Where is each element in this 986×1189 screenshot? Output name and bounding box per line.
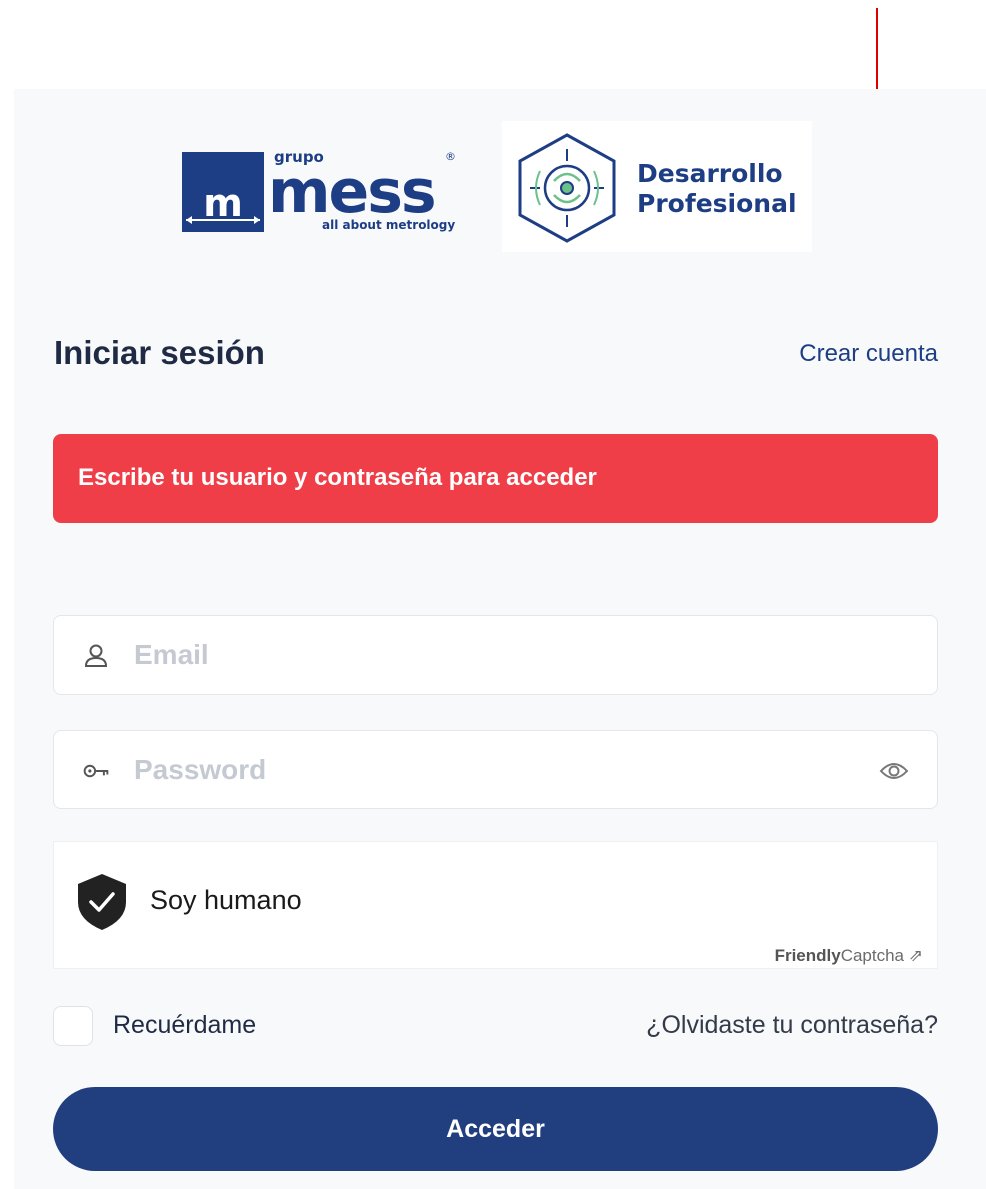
email-field-container [53,615,938,695]
brain-hexagon-icon [518,133,616,243]
user-icon [84,644,108,667]
grupo-mess-logo: m grupo mess all about metrology ® [182,146,460,234]
submit-button[interactable]: Acceder [53,1087,938,1171]
remember-label[interactable]: Recuérdame [113,1011,256,1040]
page-title: Iniciar sesión [54,334,265,371]
shield-check-icon [78,874,126,930]
svg-text:®: ® [445,150,456,163]
error-alert: Escribe tu usuario y contraseña para acc… [53,434,938,523]
svg-text:all about metrology: all about metrology [322,218,455,232]
eye-icon[interactable] [879,756,909,786]
desarrollo-profesional-logo: Desarrollo Profesional [502,121,812,252]
key-icon [83,764,109,778]
remember-checkbox[interactable] [53,1006,93,1046]
external-link-icon: ⇗ [908,946,923,965]
friendly-captcha-widget[interactable]: Soy humano FriendlyCaptcha ⇗ [53,841,938,969]
password-input[interactable] [134,731,854,808]
alert-message: Escribe tu usuario y contraseña para acc… [78,464,597,491]
desarrollo-profesional-text: Desarrollo Profesional [637,159,797,218]
password-field-container [53,730,938,809]
captcha-label: Soy humano [150,885,302,915]
svg-text:mess: mess [268,157,435,227]
create-account-link[interactable]: Crear cuenta [799,340,938,368]
email-input[interactable] [134,616,854,694]
svg-text:m: m [203,181,243,225]
captcha-brand-link[interactable]: FriendlyCaptcha ⇗ [775,946,923,966]
forgot-password-link[interactable]: ¿Olvidaste tu contraseña? [646,1011,938,1040]
